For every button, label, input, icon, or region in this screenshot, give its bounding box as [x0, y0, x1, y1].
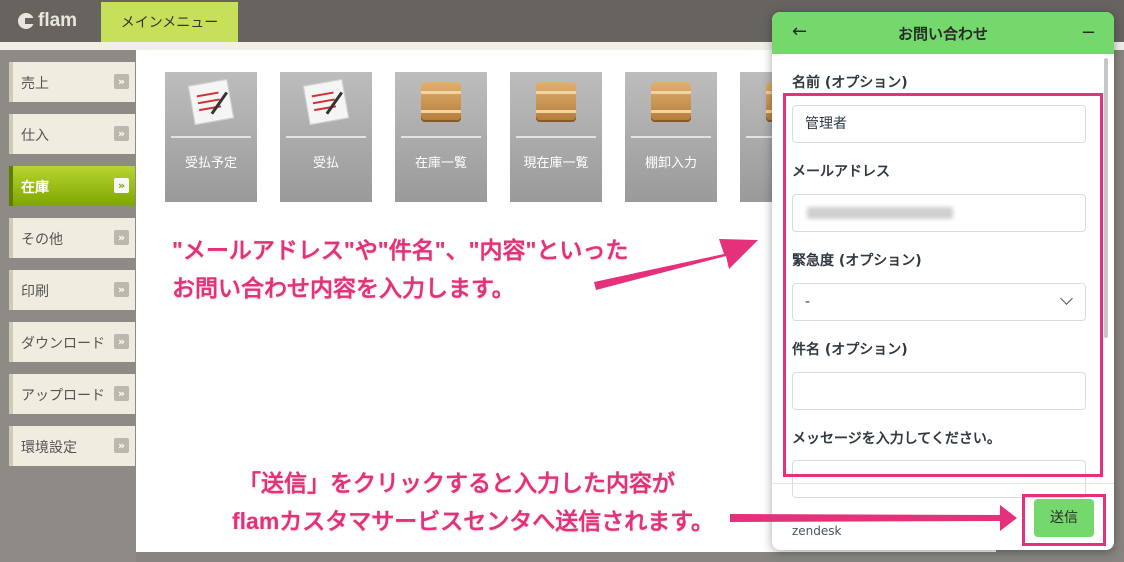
- tile-label: 受払: [312, 156, 339, 171]
- double-chevron-right-icon: »: [114, 334, 129, 349]
- widget-header: ← お問い合わせ −: [772, 12, 1114, 54]
- sidebar-item-label: 印刷: [21, 284, 49, 300]
- name-label: 名前 (オプション): [792, 75, 908, 91]
- sidebar-item-sales[interactable]: 売上 »: [9, 62, 135, 102]
- sidebar-item-label: 仕入: [21, 128, 49, 144]
- sidebar-item-purchase[interactable]: 仕入 »: [9, 114, 135, 154]
- tile-divider: [171, 136, 251, 138]
- tile-receipt[interactable]: 受払: [280, 72, 372, 202]
- double-chevron-right-icon: »: [114, 178, 129, 193]
- tile-label: 棚卸入力: [644, 156, 697, 171]
- widget-title: お問い合わせ: [897, 25, 988, 43]
- sidebar-item-label: 環境設定: [21, 440, 77, 456]
- widget-scrollbar[interactable]: [1104, 58, 1108, 338]
- double-chevron-right-icon: »: [114, 230, 129, 245]
- sidebar-item-print[interactable]: 印刷 »: [9, 270, 135, 310]
- tile-divider: [516, 136, 596, 138]
- sidebar-item-other[interactable]: その他 »: [9, 218, 135, 258]
- annotation-send-note: 「送信」をクリックすると入力した内容が flamカスタマサービスセンタへ送信され…: [232, 464, 714, 540]
- box-icon: [651, 82, 691, 122]
- tile-divider: [401, 136, 481, 138]
- sidebar-item-label: 在庫: [21, 180, 49, 196]
- minimize-icon[interactable]: −: [1081, 22, 1096, 43]
- double-chevron-right-icon: »: [114, 438, 129, 453]
- sidebar-item-label: その他: [21, 232, 63, 248]
- sidebar-item-inventory[interactable]: 在庫 »: [9, 166, 135, 206]
- annotation-line: flamカスタマサービスセンタへ送信されます。: [232, 508, 714, 534]
- tile-divider: [286, 136, 366, 138]
- tile-receipt-schedule[interactable]: 受払予定: [165, 72, 257, 202]
- tile-label: 在庫一覧: [414, 156, 467, 171]
- annotation-line: お問い合わせ内容を入力します。: [172, 275, 515, 301]
- document-pen-icon: [187, 78, 235, 126]
- sidebar-item-label: 売上: [21, 76, 49, 92]
- sidebar: 売上 » 仕入 » 在庫 » その他 » 印刷 » ダウンロード » アップロー…: [0, 50, 136, 562]
- send-highlight-box: [1022, 494, 1106, 546]
- form-highlight-box: [783, 93, 1103, 477]
- sidebar-item-settings[interactable]: 環境設定 »: [9, 426, 135, 466]
- annotation-line: "メールアドレス"や"件名"、"内容"といった: [172, 237, 629, 263]
- double-chevron-right-icon: »: [114, 386, 129, 401]
- tile-divider: [631, 136, 711, 138]
- sidebar-item-download[interactable]: ダウンロード »: [9, 322, 135, 362]
- flam-logo[interactable]: flam: [18, 10, 77, 32]
- main-menu-tab[interactable]: メインメニュー: [101, 2, 238, 42]
- box-icon: [421, 82, 461, 122]
- tile-current-inventory[interactable]: 現在庫一覧: [510, 72, 602, 202]
- footer-divider: [772, 483, 1114, 484]
- annotation-input-note: "メールアドレス"や"件名"、"内容"といった お問い合わせ内容を入力します。: [172, 231, 628, 307]
- tile-stocktake-input[interactable]: 棚卸入力: [625, 72, 717, 202]
- flam-logo-mark-icon: [18, 13, 35, 29]
- annotation-line: 「送信」をクリックすると入力した内容が: [238, 470, 675, 496]
- sidebar-item-label: ダウンロード: [21, 336, 105, 352]
- double-chevron-right-icon: »: [114, 126, 129, 141]
- sidebar-item-label: アップロード: [21, 388, 105, 404]
- document-pen-icon: [302, 78, 350, 126]
- logo-text: flam: [38, 10, 78, 31]
- double-chevron-right-icon: »: [114, 282, 129, 297]
- tile-inventory-list[interactable]: 在庫一覧: [395, 72, 487, 202]
- tile-label: 現在庫一覧: [523, 156, 589, 171]
- box-icon: [536, 82, 576, 122]
- tile-label: 受払予定: [184, 156, 237, 171]
- zendesk-logo[interactable]: zendesk: [792, 524, 842, 538]
- double-chevron-right-icon: »: [114, 74, 129, 89]
- sidebar-item-upload[interactable]: アップロード »: [9, 374, 135, 414]
